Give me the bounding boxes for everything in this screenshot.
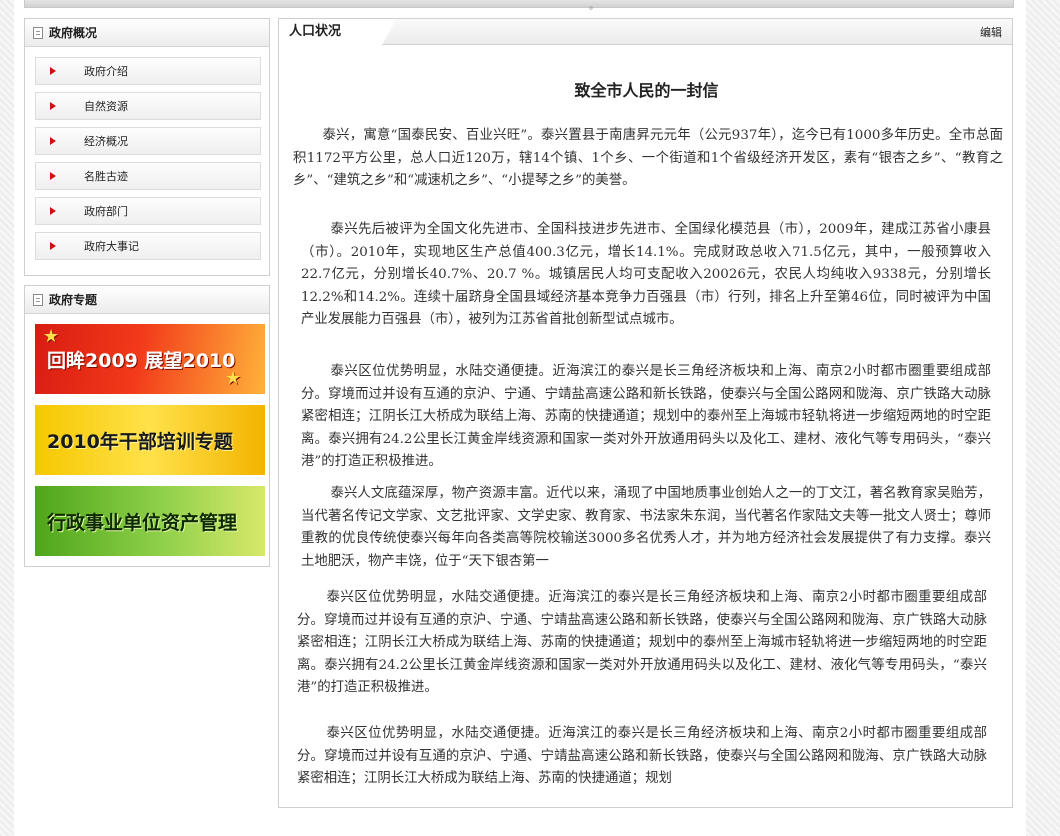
article-paragraph: 泰兴区位优势明显，水陆交通便捷。近海滨江的泰兴是长三角经济板块和上海、南京2小时…: [301, 364, 991, 469]
banner-cadre-training[interactable]: 2010年干部培训专题: [35, 405, 265, 475]
sidebar-overview-box: 政府概况 政府介绍 自然资源 经济概况 名胜古迹 政府部门 政府大事记: [24, 18, 270, 276]
article-paragraph: 泰兴先后被评为全国文化先进市、全国科技进步先进市、全国绿化模范县（市），2009…: [301, 222, 991, 327]
article-title: 致全市人民的一封信: [574, 81, 719, 100]
document-icon: [33, 293, 43, 306]
document-icon: [33, 26, 43, 39]
banner-review-2009[interactable]: ★ ★ 回眸2009 展望2010: [35, 324, 265, 394]
sidebar-item-label: 政府介绍: [84, 65, 128, 78]
article-paragraph: 泰兴人文底蕴深厚，物产资源丰富。近代以来，涌现了中国地质事业创始人之一的丁文江，…: [301, 486, 991, 569]
star-icon: ★: [225, 368, 242, 389]
main-header: 人口状况 编辑: [279, 19, 1012, 45]
arrow-right-icon: [50, 137, 56, 145]
main-panel: 人口状况 编辑 致全市人民的一封信 泰兴，寓意“国泰民安、百业兴旺”。泰兴置县于…: [278, 18, 1013, 808]
sidebar-item-economy[interactable]: 经济概况: [35, 127, 261, 155]
top-bar-marker: 。: [589, 1, 599, 12]
sidebar-topics-box: 政府专题 ★ ★ 回眸2009 展望2010 2010年干部培训专题 行政事业单…: [24, 285, 270, 567]
page-container: 。 政府概况 政府介绍 自然资源 经济概况 名胜古迹 政府部门 政府大事记 政府…: [14, 0, 1026, 836]
sidebar-topics-header: 政府专题: [25, 286, 269, 314]
article-paragraph: 泰兴，寓意“国泰民安、百业兴旺”。泰兴置县于南唐昇元元年（公元937年），迄今已…: [293, 128, 1003, 188]
sidebar-item-label: 政府大事记: [84, 240, 139, 253]
sidebar-item-historic-sites[interactable]: 名胜古迹: [35, 162, 261, 190]
sidebar-overview-title: 政府概况: [49, 26, 98, 40]
sidebar-item-gov-events[interactable]: 政府大事记: [35, 232, 261, 260]
arrow-right-icon: [50, 207, 56, 215]
banner-label: 2010年干部培训专题: [47, 430, 233, 453]
sidebar-item-label: 政府部门: [84, 205, 128, 218]
sidebar-item-label: 名胜古迹: [84, 170, 128, 183]
star-icon: ★: [43, 326, 60, 347]
banner-asset-management[interactable]: 行政事业单位资产管理: [35, 486, 265, 556]
sidebar-item-gov-intro[interactable]: 政府介绍: [35, 57, 261, 85]
article-paragraph: 泰兴区位优势明显，水陆交通便捷。近海滨江的泰兴是长三角经济板块和上海、南京2小时…: [297, 726, 987, 786]
sidebar-item-label: 经济概况: [84, 135, 128, 148]
sidebar-item-label: 自然资源: [84, 100, 128, 113]
sidebar-topics-title: 政府专题: [49, 293, 98, 307]
edit-link[interactable]: 编辑: [980, 24, 1002, 40]
sidebar-item-gov-departments[interactable]: 政府部门: [35, 197, 261, 225]
article-paragraph: 泰兴区位优势明显，水陆交通便捷。近海滨江的泰兴是长三角经济板块和上海、南京2小时…: [297, 590, 987, 695]
banner-label: 回眸2009 展望2010: [47, 349, 236, 372]
sidebar-item-natural-resources[interactable]: 自然资源: [35, 92, 261, 120]
top-bar: 。: [24, 0, 1014, 12]
sidebar-overview-header: 政府概况: [25, 19, 269, 47]
arrow-right-icon: [50, 67, 56, 75]
arrow-right-icon: [50, 242, 56, 250]
arrow-right-icon: [50, 102, 56, 110]
arrow-right-icon: [50, 172, 56, 180]
banner-label: 行政事业单位资产管理: [47, 511, 238, 534]
tab-population[interactable]: 人口状况: [279, 19, 396, 45]
